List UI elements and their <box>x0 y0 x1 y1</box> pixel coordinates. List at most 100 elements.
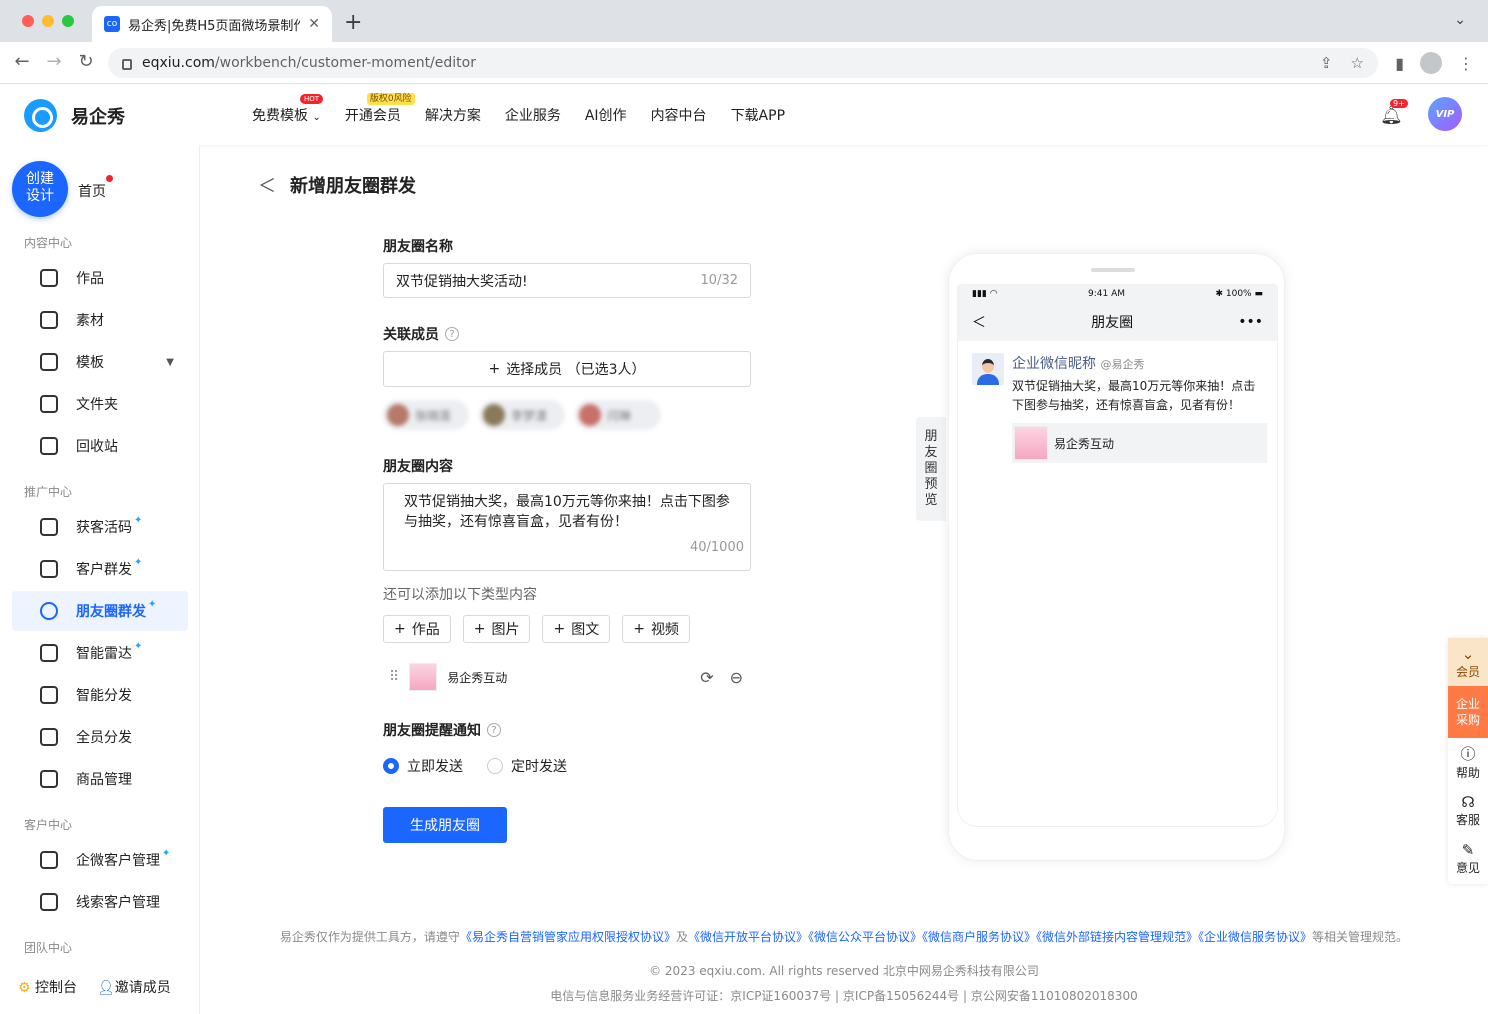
help-icon[interactable]: ? <box>487 723 501 737</box>
signal-wifi-icon: ▮▮▮ ◠ <box>972 289 998 299</box>
sidebar-item-lead-customers[interactable]: 线索客户管理 <box>12 882 188 922</box>
avatar <box>579 404 601 426</box>
brand-logo[interactable]: 易企秀 <box>24 99 125 132</box>
add-video-button[interactable]: + 视频 <box>622 615 690 643</box>
add-article-button[interactable]: + 图文 <box>542 615 611 643</box>
sidebar-item-customer-broadcast[interactable]: 客户群发 ✦ <box>12 549 188 589</box>
app-header: 易企秀 免费模板 ⌄ HOT 开通会员 版权0风险 解决方案 企业服务 AI创作 内… <box>0 85 1488 145</box>
minimize-window-button[interactable] <box>42 15 54 27</box>
sidebar-item-assets[interactable]: 素材 <box>12 300 188 340</box>
generate-moment-button[interactable]: 生成朋友圈 <box>383 807 507 843</box>
sidebar-item-lead-code[interactable]: 获客活码 ✦ <box>12 507 188 547</box>
browser-menu-icon[interactable]: ⋮ <box>1458 54 1474 73</box>
add-work-button[interactable]: + 作品 <box>383 615 451 643</box>
moment-name-input[interactable]: 双节促销抽大奖活动! 10/32 <box>383 263 751 298</box>
nav-content-hub[interactable]: 内容中台 <box>651 105 707 125</box>
sidebar-item-templates[interactable]: 模板 ▼ <box>12 342 188 382</box>
maximize-window-button[interactable] <box>62 15 74 27</box>
nav-download-app[interactable]: 下载APP <box>731 105 785 125</box>
profile-avatar-icon[interactable] <box>1420 52 1442 74</box>
help-icon[interactable]: ? <box>445 327 459 341</box>
ai-spark-icon: ✦ <box>162 847 171 859</box>
tools-icon <box>40 269 58 287</box>
invite-link[interactable]: 👤︎邀请成员 <box>97 977 171 997</box>
folder-icon <box>40 395 58 413</box>
section-promotion: 推广中心 <box>24 485 73 499</box>
agreement-link[interactable]: 《易企秀自营销管家应用权限授权协议》 <box>460 930 676 944</box>
page-header: ＜ 新增朋友圈群发 <box>258 172 416 198</box>
sidebar-item-all-staff-distribution[interactable]: 全员分发 <box>12 717 188 757</box>
sidebar-item-label: 智能雷达 <box>76 646 132 662</box>
agreement-link[interactable]: 《微信外部链接内容管理规范》 <box>1036 930 1198 944</box>
link-title: 易企秀互动 <box>1054 436 1115 451</box>
member-chip[interactable]: 张晓莲 <box>383 400 469 430</box>
add-image-button[interactable]: + 图片 <box>462 615 531 643</box>
agreement-link[interactable]: 《企业微信服务协议》 <box>1198 930 1312 944</box>
console-link[interactable]: ⚙ 控制台 <box>18 977 77 997</box>
nav-solutions[interactable]: 解决方案 <box>425 105 481 125</box>
close-tab-icon[interactable]: ✕ <box>308 16 320 32</box>
nav-enterprise[interactable]: 企业服务 <box>505 105 561 125</box>
notification-count: 9+ <box>1390 99 1408 108</box>
preview-tab-char: 览 <box>924 493 938 508</box>
sidebar-item-wecom-customers[interactable]: 企微客户管理 ✦ <box>12 840 188 880</box>
sidepanel-icon[interactable]: ▮ <box>1395 54 1404 73</box>
edit-icon: ✎ <box>1461 840 1475 859</box>
window-controls[interactable] <box>22 15 74 27</box>
sidebar-item-folders[interactable]: 文件夹 <box>12 384 188 424</box>
sidebar-item-smart-distribution[interactable]: 智能分发 <box>12 675 188 715</box>
feedback-float-button[interactable]: ✎ 意见 <box>1448 834 1488 882</box>
enterprise-purchase-button[interactable]: 企业 采购 <box>1448 686 1488 738</box>
replace-icon[interactable]: ⟳ <box>700 668 713 687</box>
create-design-button[interactable]: 创建 设计 <box>12 161 68 217</box>
sidebar-item-product-management[interactable]: 商品管理 <box>12 759 188 799</box>
battery-text: 100% <box>1225 289 1252 299</box>
radio-send-scheduled[interactable]: 定时发送 <box>487 756 567 776</box>
attachment-title: 易企秀互动 <box>447 670 508 685</box>
chevron-down-icon: ⌄ <box>312 112 321 123</box>
plus-icon: + <box>473 621 486 637</box>
sidebar-item-label: 客户群发 <box>76 562 132 578</box>
browser-tab[interactable]: co 易企秀|免费H5页面微场景制作工 ✕ <box>92 6 332 42</box>
close-window-button[interactable] <box>22 15 34 27</box>
member-chip[interactable]: 李梦漾 <box>479 400 565 430</box>
post-handle: @易企秀 <box>1100 358 1145 371</box>
forward-icon[interactable]: → <box>42 51 66 72</box>
sidebar-item-label: 作品 <box>76 271 104 287</box>
nav-free-templates[interactable]: 免费模板 ⌄ HOT <box>252 94 324 125</box>
preview-tab[interactable]: 朋 友 圈 预 览 <box>916 417 946 521</box>
tab-search-icon[interactable]: ⌄ <box>1454 12 1466 28</box>
reload-icon[interactable]: ↻ <box>74 51 98 72</box>
url-field[interactable]: eqxiu.com/workbench/customer-moment/edit… <box>108 48 1378 78</box>
member-float-button[interactable]: ⌄ 会员 <box>1448 638 1488 686</box>
add-content-buttons: + 作品 + 图片 + 图文 + 视频 <box>383 615 690 643</box>
nav-ai[interactable]: AI创作 <box>585 105 627 125</box>
agreement-link[interactable]: 《微信商户服务协议》 <box>922 930 1036 944</box>
new-tab-icon[interactable]: + <box>344 10 362 35</box>
back-chevron-icon[interactable]: ＜ <box>258 172 276 198</box>
drag-handle-icon[interactable]: ⠿ <box>389 669 399 685</box>
sidebar-item-moments-broadcast[interactable]: 朋友圈群发 ✦ <box>12 591 188 631</box>
service-float-button[interactable]: ☊ 客服 <box>1448 786 1488 834</box>
sidebar-item-label: 企微客户管理 <box>76 853 160 869</box>
create-line1: 创建 <box>26 171 54 187</box>
sidebar-item-trash[interactable]: 回收站 <box>12 426 188 466</box>
vip-avatar[interactable]: VIP <box>1428 97 1462 131</box>
bookmark-star-icon[interactable]: ☆ <box>1351 54 1364 72</box>
back-icon[interactable]: ← <box>10 51 34 72</box>
share-icon[interactable]: ⇪ <box>1320 54 1333 72</box>
sidebar-item-smart-radar[interactable]: 智能雷达 ✦ <box>12 633 188 673</box>
remove-icon[interactable]: ⊖ <box>730 668 743 687</box>
agreement-link[interactable]: 《微信公众平台协议》 <box>808 930 922 944</box>
moment-content-textarea[interactable]: 双节促销抽大奖，最高10万元等你来抽！点击下图参与抽奖，还有惊喜盲盒，见者有份！… <box>383 483 751 571</box>
radio-send-now[interactable]: 立即发送 <box>383 756 463 776</box>
select-members-button[interactable]: + 选择成员 （已选3人） <box>383 351 751 387</box>
sidebar-item-works[interactable]: 作品 <box>12 258 188 298</box>
plus-icon: + <box>633 621 645 637</box>
bell-icon[interactable]: 🔔︎ 9+ <box>1380 99 1408 126</box>
agreement-link[interactable]: 《微信开放平台协议》 <box>688 930 808 944</box>
member-chip[interactable]: 闫琳 <box>575 400 661 430</box>
nav-membership[interactable]: 开通会员 版权0风险 <box>345 93 415 125</box>
help-float-button[interactable]: ⓘ 帮助 <box>1448 738 1488 786</box>
sidebar-item-home[interactable]: 首页 <box>78 175 113 201</box>
